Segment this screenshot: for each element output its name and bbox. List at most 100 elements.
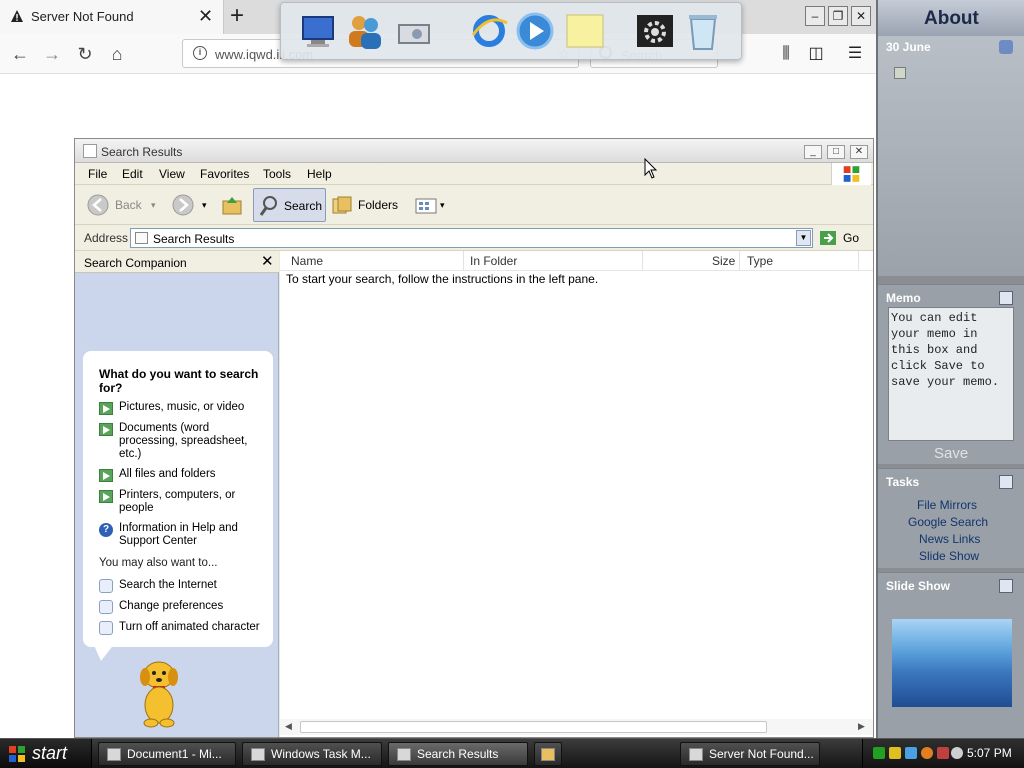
task-search-results[interactable]: Search Results (388, 742, 528, 766)
back-arrow-icon[interactable]: ← (6, 40, 34, 68)
horizontal-scrollbar[interactable]: ◀ ▶ (280, 719, 873, 735)
search-question-bubble: What do you want to search for? Pictures… (83, 351, 273, 647)
window-close-button[interactable]: ✕ (850, 145, 868, 159)
green-arrow-icon (99, 469, 113, 482)
address-dropdown-icon[interactable]: ▼ (796, 230, 811, 246)
info-icon[interactable]: i (193, 46, 207, 60)
app-icon (541, 748, 555, 761)
network-tray-icon[interactable] (873, 747, 885, 759)
task-document1[interactable]: Document1 - Mi... (98, 742, 236, 766)
views-dropdown-icon[interactable]: ▾ (440, 188, 445, 222)
menu-view[interactable]: View (159, 167, 185, 181)
slideshow-icon[interactable] (999, 579, 1013, 593)
tab-close-icon[interactable]: ✕ (198, 6, 213, 27)
task-extra[interactable] (534, 742, 562, 766)
help-icon: ? (99, 523, 113, 537)
up-folder-icon[interactable] (221, 195, 243, 215)
recycle-bin-icon[interactable] (681, 9, 725, 53)
computer-icon[interactable] (297, 9, 341, 53)
calendar-icon[interactable] (999, 40, 1013, 54)
memo-icon[interactable] (999, 291, 1013, 305)
menu-tools[interactable]: Tools (263, 167, 291, 181)
tasks-icon[interactable] (999, 475, 1013, 489)
home-icon[interactable]: ⌂ (103, 40, 131, 68)
date-panel: 30 June (878, 36, 1024, 276)
memo-textarea[interactable]: You can edit your memo in this box and c… (888, 307, 1014, 441)
settings-gear-icon[interactable] (633, 9, 677, 53)
window-minimize-button[interactable]: _ (804, 145, 822, 159)
memo-save-button[interactable]: Save (934, 445, 968, 462)
address-bar: Address Search Results ▼ Go (75, 225, 873, 251)
search-question: What do you want to search for? (99, 367, 259, 395)
views-button[interactable]: ▾ (413, 188, 449, 222)
taskbar: start Document1 - Mi... Windows Task M..… (0, 738, 1024, 768)
forward-circle-icon (172, 194, 194, 216)
scroll-right-icon[interactable]: ▶ (858, 721, 865, 732)
column-size[interactable]: Size (712, 254, 735, 268)
column-in-folder[interactable]: In Folder (470, 254, 517, 268)
alert-tray-icon[interactable] (937, 747, 949, 759)
about-panel[interactable]: About (878, 0, 1024, 36)
address-input[interactable]: Search Results ▼ (130, 228, 813, 248)
menu-favorites[interactable]: Favorites (200, 167, 249, 181)
address-label: Address (84, 231, 129, 245)
firefox-icon (689, 748, 703, 761)
search-tray-icon[interactable] (921, 747, 933, 759)
users-icon[interactable] (343, 9, 387, 53)
about-title: About (924, 8, 979, 29)
task-google-search[interactable]: Google Search (908, 515, 988, 529)
image-placeholder-icon (894, 67, 906, 79)
minimize-button[interactable]: – (805, 6, 825, 26)
search-label: Search (284, 199, 323, 213)
back-dropdown-icon[interactable]: ▾ (151, 188, 156, 222)
maximize-button[interactable]: ❐ (828, 6, 848, 26)
system-tray: 5:07 PM (862, 739, 1024, 768)
folder-icon (397, 748, 411, 761)
mouse-cursor-icon (644, 158, 658, 179)
date-text: 30 June (886, 40, 931, 54)
internet-explorer-icon[interactable] (467, 9, 511, 53)
sidebar-toggle-icon[interactable]: ◫ (802, 40, 830, 68)
scroll-thumb[interactable] (300, 721, 767, 733)
library-icon[interactable]: ⫼ (772, 40, 800, 68)
network-icon[interactable] (393, 9, 437, 53)
back-button[interactable]: Back ▾ (87, 188, 156, 222)
window-maximize-button[interactable]: □ (827, 145, 845, 159)
menu-file[interactable]: File (88, 167, 107, 181)
forward-dropdown-icon[interactable]: ▾ (202, 188, 207, 222)
task-news-links[interactable]: News Links (919, 532, 980, 546)
volume-icon[interactable] (951, 747, 963, 759)
column-type[interactable]: Type (747, 254, 773, 268)
scroll-left-icon[interactable]: ◀ (285, 721, 292, 732)
shield-icon[interactable] (889, 747, 901, 759)
slideshow-image[interactable] (892, 619, 1012, 707)
forward-arrow-icon[interactable]: → (38, 40, 66, 68)
column-name[interactable]: Name (291, 254, 323, 268)
start-button[interactable]: start (0, 739, 92, 768)
reload-icon[interactable]: ↻ (71, 40, 99, 68)
sticky-note-icon[interactable] (563, 9, 607, 53)
window-title-bar[interactable]: Search Results _ □ ✕ (75, 139, 873, 163)
tab-server-not-found[interactable]: Server Not Found ✕ (0, 0, 224, 34)
search-results-icon (135, 232, 148, 244)
menu-icon[interactable]: ☰ (841, 40, 869, 68)
search-results-window: Search Results _ □ ✕ File Edit View Favo… (74, 138, 874, 738)
media-player-icon[interactable] (513, 9, 557, 53)
search-dog-character[interactable] (129, 655, 189, 729)
memo-panel: Memo You can edit your memo in this box … (878, 284, 1024, 464)
task-slide-show[interactable]: Slide Show (919, 549, 979, 563)
menu-edit[interactable]: Edit (122, 167, 143, 181)
task-server-not-found[interactable]: Server Not Found... (680, 742, 820, 766)
close-button[interactable]: ✕ (851, 6, 871, 26)
pane-close-icon[interactable]: ✕ (261, 252, 274, 270)
clock[interactable]: 5:07 PM (967, 746, 1012, 760)
new-tab-button[interactable]: + (230, 2, 244, 30)
task-windows-task-manager[interactable]: Windows Task M... (242, 742, 382, 766)
bluetooth-icon[interactable] (905, 747, 917, 759)
back-label: Back (115, 198, 142, 212)
menu-help[interactable]: Help (307, 167, 332, 181)
search-button[interactable]: Search (253, 188, 326, 222)
task-file-mirrors[interactable]: File Mirrors (917, 498, 977, 512)
folders-button[interactable]: Folders (331, 188, 401, 222)
forward-button[interactable]: ▾ (172, 188, 212, 222)
